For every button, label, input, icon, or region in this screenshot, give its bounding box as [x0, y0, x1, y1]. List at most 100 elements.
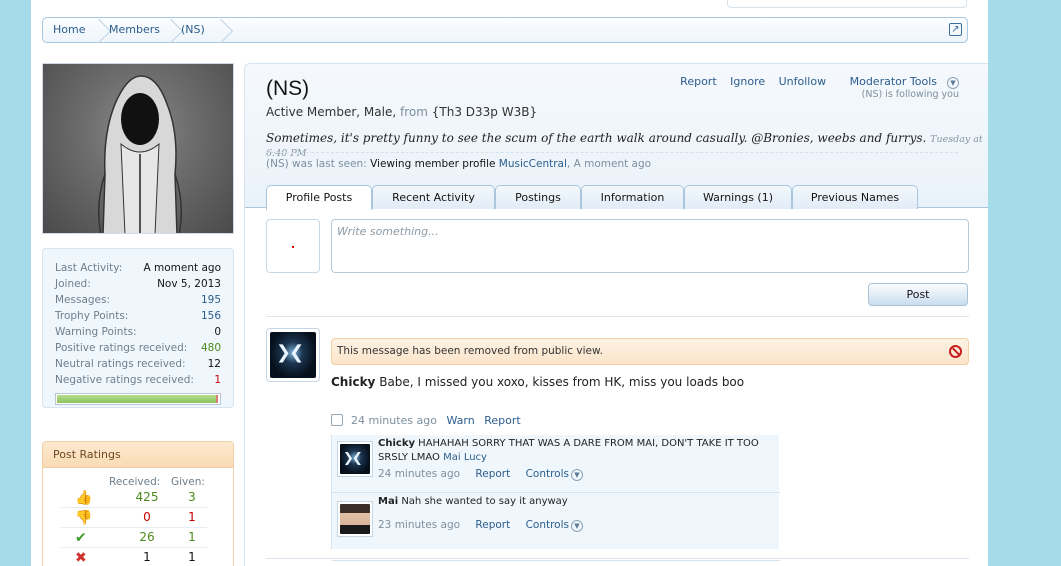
post-rating-row: ✔ 26 1: [61, 528, 207, 548]
thumbs-down-icon: 👎: [75, 510, 93, 526]
post-ratings-title: Post Ratings: [43, 442, 233, 468]
post-rating-row: ✖ 1 1: [61, 548, 207, 566]
post-rating-row: 👍 425 3: [61, 488, 207, 508]
report-link[interactable]: Report: [680, 75, 716, 88]
message-body: Chicky Babe, I missed you xoxo, kisses f…: [331, 375, 744, 389]
breadcrumb-current[interactable]: (NS): [181, 18, 205, 42]
stat-value: 480: [200, 342, 221, 354]
cross-icon: ✖: [75, 550, 87, 566]
tab-profile-posts[interactable]: Profile Posts: [266, 185, 372, 210]
last-seen-target[interactable]: MusicCentral: [499, 158, 567, 170]
profile-actions: Report Ignore Unfollow Moderator Tools ▼: [670, 75, 959, 89]
thumbs-up-icon: 👍: [75, 490, 93, 506]
moderator-tools-menu[interactable]: Moderator Tools ▼: [840, 75, 959, 89]
rating-received: 425: [135, 490, 159, 504]
comment-controls-menu[interactable]: Controls ▼: [525, 519, 583, 532]
avatar-placeholder-dot: [292, 246, 294, 248]
stat-label: Joined:: [55, 278, 91, 290]
comment-author[interactable]: Mai: [378, 496, 398, 507]
comment-avatar[interactable]: [337, 501, 373, 537]
user-title-text: Active Member, Male,: [266, 105, 397, 119]
comment-mentions[interactable]: Mai Lucy: [443, 452, 487, 463]
comment-time[interactable]: 23 minutes ago: [378, 519, 460, 531]
chevron-down-icon: ▼: [947, 77, 959, 89]
profile-tabs: Profile Posts Recent Activity Postings I…: [245, 185, 988, 210]
stat-value: Nov 5, 2013: [157, 278, 221, 290]
received-header: Received:: [109, 476, 161, 488]
stat-value: 0: [214, 326, 221, 338]
rating-given: 3: [188, 490, 196, 504]
comment-controls-menu[interactable]: Controls ▼: [526, 468, 583, 481]
removed-notice: This message has been removed from publi…: [331, 338, 969, 365]
tab-information[interactable]: Information: [581, 185, 684, 209]
post-button[interactable]: Post: [868, 283, 968, 306]
comment-avatar[interactable]: ❯❮: [337, 441, 373, 477]
wings-avatar-image: ❯❮: [270, 332, 316, 378]
profile-post-input[interactable]: Write something...: [331, 219, 969, 273]
tab-recent-activity[interactable]: Recent Activity: [372, 185, 495, 209]
comment-author[interactable]: Chicky: [378, 438, 415, 449]
last-seen-activity: Viewing member profile: [370, 158, 496, 170]
check-icon: ✔: [75, 530, 87, 546]
breadcrumb-separator: [227, 18, 239, 42]
stat-label: Trophy Points:: [55, 310, 129, 322]
stat-label: Messages:: [55, 294, 111, 306]
comment-body: Chicky HAHAHAH SORRY THAT WAS A DARE FRO…: [378, 437, 773, 465]
from-label: from: [400, 105, 428, 119]
profile-username: (NS): [266, 77, 310, 100]
rating-received: 1: [143, 550, 151, 564]
rating-given: 1: [188, 550, 196, 564]
jump-to-icon[interactable]: ↗: [949, 23, 962, 36]
controls-label: Controls: [525, 519, 569, 531]
search-input[interactable]: [727, 0, 967, 8]
comment-report-link[interactable]: Report: [475, 468, 510, 480]
comment-body: Mai Nah she wanted to say it anyway: [378, 495, 773, 509]
tab-warnings[interactable]: Warnings (1): [684, 185, 792, 209]
rating-given: 1: [188, 530, 196, 544]
comment-report-link[interactable]: Report: [475, 519, 510, 531]
select-checkbox[interactable]: [331, 414, 343, 426]
profile-avatar[interactable]: [42, 63, 234, 234]
ignore-link[interactable]: Ignore: [730, 75, 765, 88]
rating-received: 0: [143, 510, 151, 524]
stat-value: A moment ago: [143, 262, 222, 274]
stat-row: Neutral ratings received: 12: [55, 358, 221, 374]
stat-value: 12: [207, 358, 221, 370]
last-seen: (NS) was last seen: Viewing member profi…: [266, 158, 958, 170]
message-report-link[interactable]: Report: [484, 414, 520, 427]
page: Home Members (NS) ↗ Last Activity: A mome…: [31, 0, 988, 566]
stat-value[interactable]: 195: [201, 294, 221, 306]
last-seen-time: , A moment ago: [566, 158, 652, 170]
tab-postings[interactable]: Postings: [495, 185, 581, 209]
comment-meta: 24 minutes ago Report Controls ▼: [378, 468, 583, 481]
breadcrumb-members[interactable]: Members: [109, 18, 160, 42]
comment-time[interactable]: 24 minutes ago: [378, 468, 460, 480]
stat-label: Last Activity:: [55, 262, 123, 274]
message-author[interactable]: Chicky: [331, 375, 375, 389]
breadcrumb-home[interactable]: Home: [53, 18, 85, 42]
last-seen-prefix: (NS) was last seen:: [266, 158, 367, 170]
warn-link[interactable]: Warn: [446, 414, 474, 427]
stat-row: Warning Points: 0: [55, 326, 221, 342]
rating-ratio-bar: [55, 393, 221, 405]
tab-previous-names[interactable]: Previous Names: [792, 185, 918, 209]
message-author-avatar[interactable]: ❯❮: [266, 328, 320, 382]
unfollow-link[interactable]: Unfollow: [779, 75, 826, 88]
stat-row: Joined: Nov 5, 2013: [55, 278, 221, 294]
removed-notice-text: This message has been removed from publi…: [337, 345, 603, 357]
moderator-tools-label: Moderator Tools: [849, 75, 937, 88]
hooded-figure-image: [98, 75, 182, 233]
stat-row: Negative ratings received: 1: [55, 374, 221, 390]
stat-row: Trophy Points: 156: [55, 310, 221, 326]
message-time[interactable]: 24 minutes ago: [351, 414, 437, 427]
stat-row: Positive ratings received: 480: [55, 342, 221, 358]
stat-row: Last Activity: A moment ago: [55, 262, 221, 278]
post-ratings-panel: Post Ratings Received: Given: 👍 425 3 👎 0 1 ✔ 2…: [42, 441, 234, 566]
stat-row: Messages: 195: [55, 294, 221, 310]
comment-text: HAHAHAH SORRY THAT WAS A DARE FROM MAI, …: [378, 438, 759, 463]
message-meta: 24 minutes ago Warn Report: [331, 414, 521, 427]
stat-value[interactable]: 156: [201, 310, 221, 322]
profile-main: (NS) Active Member, Male, from {Th3 D33p…: [244, 63, 988, 566]
user-location[interactable]: {Th3 D33p W3B}: [432, 105, 537, 119]
stat-label: Negative ratings received:: [55, 374, 194, 386]
